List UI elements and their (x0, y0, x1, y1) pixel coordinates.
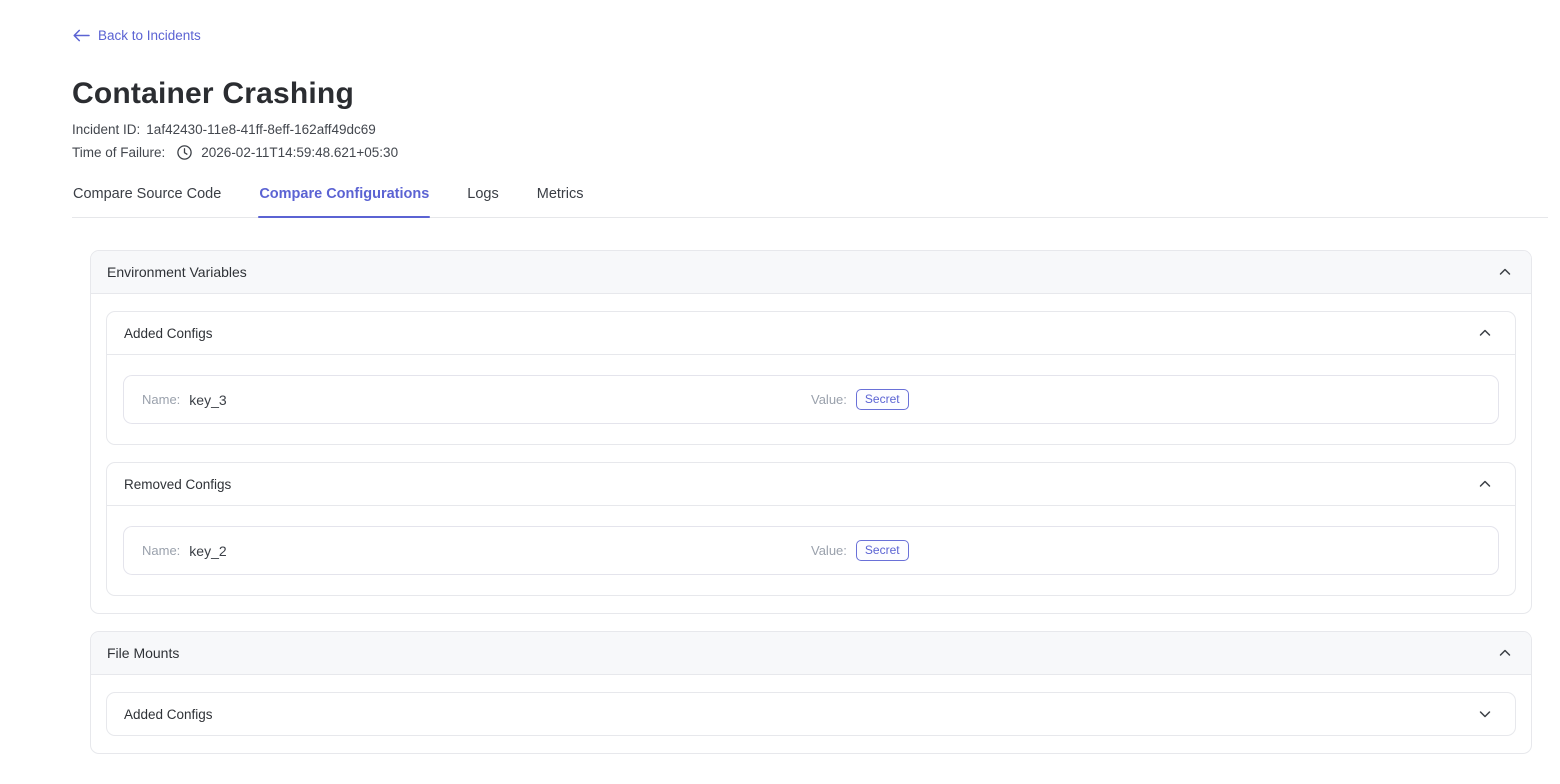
config-row: Name: key_3 Value: Secret (123, 375, 1499, 424)
config-row: Name: key_2 Value: Secret (123, 526, 1499, 575)
name-value: key_2 (189, 543, 226, 559)
value-column: Value: Secret (811, 540, 1480, 561)
chevron-down-icon[interactable] (1477, 706, 1493, 722)
secret-badge[interactable]: Secret (856, 540, 909, 561)
config-group: Added Configs Name: key_3 Value: Secret (106, 311, 1516, 445)
config-section-card: File Mounts Added Configs (90, 631, 1532, 754)
group-title: Removed Configs (124, 477, 231, 492)
group-header[interactable]: Added Configs (107, 693, 1515, 735)
name-value: key_3 (189, 392, 226, 408)
left-arrow-icon (73, 29, 90, 42)
clock-icon (177, 145, 192, 160)
incident-detail-page: Back to Incidents Container Crashing Inc… (0, 0, 1560, 754)
section-title: Environment Variables (107, 264, 247, 280)
tab-compare-source-code[interactable]: Compare Source Code (72, 186, 222, 217)
page-title: Container Crashing (72, 77, 1548, 111)
section-body: Added Configs Name: key_3 Value: Secret … (91, 294, 1531, 613)
section-body: Added Configs (91, 675, 1531, 753)
group-header[interactable]: Added Configs (107, 312, 1515, 355)
section-header[interactable]: Environment Variables (91, 251, 1531, 294)
group-title: Added Configs (124, 326, 213, 341)
back-link-label: Back to Incidents (98, 28, 201, 43)
config-group: Removed Configs Name: key_2 Value: Secre… (106, 462, 1516, 596)
secret-badge[interactable]: Secret (856, 389, 909, 410)
tab-metrics[interactable]: Metrics (536, 186, 585, 217)
config-section-card: Environment Variables Added Configs Name… (90, 250, 1532, 614)
section-title: File Mounts (107, 645, 179, 661)
chevron-up-icon[interactable] (1497, 645, 1513, 661)
time-of-failure-label: Time of Failure: (72, 145, 165, 160)
chevron-up-icon[interactable] (1477, 476, 1493, 492)
name-label: Name: (142, 392, 180, 407)
group-title: Added Configs (124, 707, 213, 722)
incident-id-value: 1af42430-11e8-41ff-8eff-162aff49dc69 (146, 122, 375, 137)
value-label: Value: (811, 392, 847, 407)
tab-bar: Compare Source Code Compare Configuratio… (72, 186, 1548, 218)
config-sections: Environment Variables Added Configs Name… (90, 250, 1532, 754)
name-column: Name: key_3 (142, 392, 811, 408)
group-header[interactable]: Removed Configs (107, 463, 1515, 506)
tab-logs[interactable]: Logs (466, 186, 499, 217)
name-label: Name: (142, 543, 180, 558)
time-of-failure-line: Time of Failure: 2026-02-11T14:59:48.621… (72, 145, 1548, 160)
value-label: Value: (811, 543, 847, 558)
tab-compare-configurations[interactable]: Compare Configurations (258, 186, 430, 217)
back-to-incidents-link[interactable]: Back to Incidents (73, 28, 201, 43)
chevron-up-icon[interactable] (1497, 264, 1513, 280)
time-of-failure-value: 2026-02-11T14:59:48.621+05:30 (201, 145, 398, 160)
incident-id-label: Incident ID: (72, 122, 140, 137)
name-column: Name: key_2 (142, 543, 811, 559)
incident-id-line: Incident ID: 1af42430-11e8-41ff-8eff-162… (72, 122, 1548, 137)
value-column: Value: Secret (811, 389, 1480, 410)
group-body: Name: key_3 Value: Secret (107, 355, 1515, 444)
section-header[interactable]: File Mounts (91, 632, 1531, 675)
group-body: Name: key_2 Value: Secret (107, 506, 1515, 595)
chevron-up-icon[interactable] (1477, 325, 1493, 341)
config-group: Added Configs (106, 692, 1516, 736)
